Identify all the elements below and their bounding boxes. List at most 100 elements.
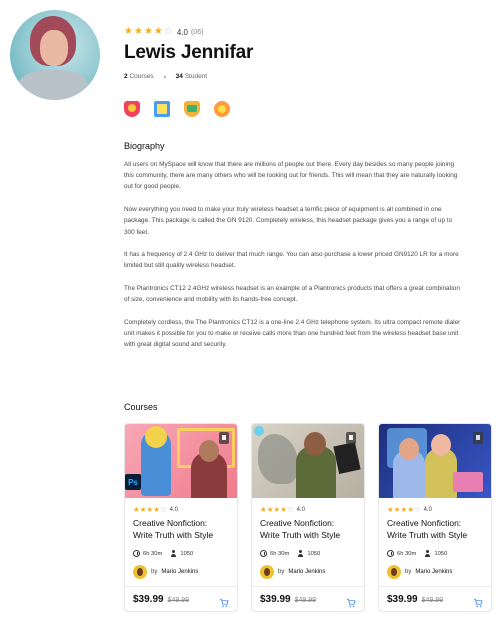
course-card[interactable]: ★ ★ ★ ★ ☆ 4.0 Creative Nonfiction: Write Tru…	[378, 423, 492, 612]
author-prefix: by	[405, 569, 412, 575]
star-icon: ★	[273, 505, 281, 514]
author-avatar	[260, 565, 274, 579]
rating-stars: ★ ★ ★ ★ ☆	[124, 27, 173, 37]
star-empty-icon: ☆	[286, 505, 294, 514]
book-badge-icon	[154, 101, 170, 117]
course-students: 1050	[307, 550, 321, 557]
star-icon: ★	[153, 505, 160, 514]
course-title[interactable]: Creative Nonfiction: Write Truth with St…	[387, 518, 483, 542]
star-icon: ★	[393, 505, 401, 514]
students-stat: 34 Student	[175, 73, 208, 80]
old-price: $49.99	[294, 597, 317, 604]
bio-paragraph: Now everything you need to make your tru…	[124, 206, 453, 236]
bookmark-icon[interactable]	[473, 432, 483, 444]
award-badge-icon	[124, 101, 140, 117]
star-icon: ★	[133, 26, 143, 37]
star-icon: ★	[266, 505, 274, 514]
clock-icon	[387, 550, 394, 557]
course-author[interactable]: by Mario Jenkins	[133, 565, 229, 579]
star-icon: ★	[260, 505, 267, 514]
review-count: (06)	[190, 28, 204, 36]
card-divider	[252, 586, 364, 587]
achievement-badges	[124, 101, 230, 117]
course-author[interactable]: by Mario Jenkins	[387, 565, 483, 579]
courses-title: Courses	[124, 402, 158, 412]
bio-paragraph: All users on MySpace will know that ther…	[124, 161, 458, 191]
medal-badge-icon	[214, 101, 230, 117]
star-icon: ★	[153, 26, 163, 37]
course-rating-value: 4.0	[296, 507, 306, 513]
student-icon	[424, 550, 431, 557]
instructor-name: Lewis Jennifar	[124, 42, 254, 63]
bio-paragraph: Completely cordless, the The Plantronics…	[124, 319, 461, 349]
course-duration: 6h 30m	[397, 550, 417, 557]
course-card[interactable]: Ps ★ ★ ★ ★ ☆ 4.0 Creative Nonfiction: Write …	[124, 423, 238, 612]
author-prefix: by	[151, 569, 158, 575]
instructor-avatar	[10, 10, 100, 100]
biography-text: All users on MySpace will know that ther…	[124, 159, 464, 362]
course-card[interactable]: ★ ★ ★ ★ ☆ 4.0 Creative Nonfiction: Write Tru…	[251, 423, 365, 612]
course-duration: 6h 30m	[270, 550, 290, 557]
course-students: 1050	[434, 550, 448, 557]
course-thumbnail[interactable]	[379, 424, 491, 498]
course-title[interactable]: Creative Nonfiction: Write Truth with St…	[260, 518, 356, 542]
course-rating-value: 4.0	[423, 507, 433, 513]
current-price: $39.99	[260, 594, 291, 605]
courses-stat: 2 Courses	[124, 73, 154, 80]
bookmark-icon[interactable]	[346, 432, 356, 444]
bio-paragraph: It has a frequency of 2.4 GHz to deliver…	[124, 251, 459, 270]
course-thumbnail[interactable]	[252, 424, 364, 498]
course-author[interactable]: by Mario Jenkins	[260, 565, 356, 579]
course-meta: 6h 30m 1050	[260, 550, 356, 557]
course-thumbnail[interactable]: Ps	[125, 424, 237, 498]
course-price: $39.99 $49.99	[260, 594, 316, 605]
student-icon	[170, 550, 177, 557]
course-price: $39.99 $49.99	[387, 594, 443, 605]
course-rating: ★ ★ ★ ★ ☆ 4.0	[387, 506, 483, 514]
star-icon: ★	[146, 505, 154, 514]
bio-paragraph: The Plantronics CT12 2.4GHz wireless hea…	[124, 285, 460, 304]
course-duration: 6h 30m	[143, 550, 163, 557]
star-icon: ★	[133, 505, 140, 514]
star-empty-icon: ☆	[159, 505, 167, 514]
current-price: $39.99	[133, 594, 164, 605]
course-students: 1050	[180, 550, 194, 557]
star-icon: ★	[124, 26, 133, 37]
course-meta: 6h 30m 1050	[387, 550, 483, 557]
clock-icon	[133, 550, 140, 557]
star-empty-icon: ☆	[413, 505, 421, 514]
course-rating-value: 4.0	[169, 507, 179, 513]
cart-icon[interactable]	[346, 595, 356, 608]
rating-value: 4.0	[176, 27, 188, 37]
clock-icon	[260, 550, 267, 557]
course-title[interactable]: Creative Nonfiction: Write Truth with St…	[133, 518, 229, 542]
star-icon: ★	[143, 26, 153, 37]
old-price: $49.99	[167, 597, 190, 604]
author-name: Mario Jenkins	[288, 569, 326, 575]
photoshop-icon: Ps	[125, 474, 141, 490]
card-divider	[379, 586, 491, 587]
author-name: Mario Jenkins	[161, 569, 199, 575]
cart-icon[interactable]	[473, 595, 483, 608]
course-rating: ★ ★ ★ ★ ☆ 4.0	[260, 506, 356, 514]
separator-dot	[163, 75, 166, 78]
author-prefix: by	[278, 569, 285, 575]
course-meta: 6h 30m 1050	[133, 550, 229, 557]
card-divider	[125, 586, 237, 587]
star-icon: ★	[139, 505, 147, 514]
bookmark-icon[interactable]	[219, 432, 229, 444]
current-price: $39.99	[387, 594, 418, 605]
student-icon	[297, 550, 304, 557]
course-rating: ★ ★ ★ ★ ☆ 4.0	[133, 506, 229, 514]
cart-icon[interactable]	[219, 595, 229, 608]
course-list: Ps ★ ★ ★ ★ ☆ 4.0 Creative Nonfiction: Write …	[124, 423, 492, 612]
star-icon: ★	[280, 505, 287, 514]
course-price: $39.99 $49.99	[133, 594, 189, 605]
author-avatar	[387, 565, 401, 579]
old-price: $49.99	[421, 597, 444, 604]
graduation-badge-icon	[184, 101, 200, 117]
author-avatar	[133, 565, 147, 579]
instructor-stats: 2 Courses 34 Student	[124, 73, 207, 80]
biography-title: Biography	[124, 141, 165, 151]
star-icon: ★	[387, 505, 394, 514]
